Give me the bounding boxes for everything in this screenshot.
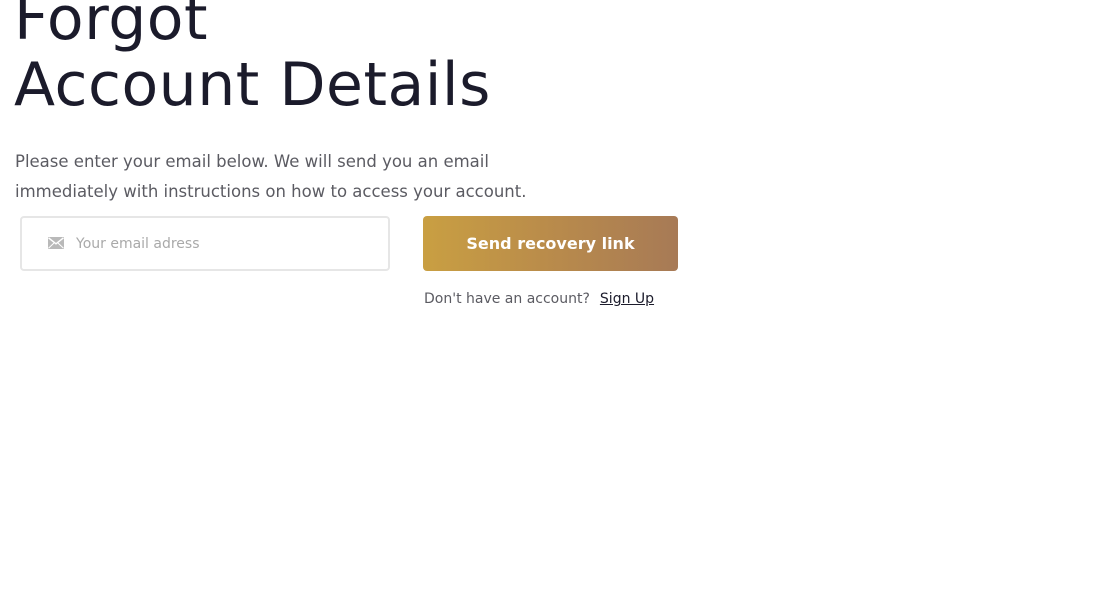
signup-prompt-text: Don't have an account? (424, 291, 590, 307)
instructions-text: Please enter your email below. We will s… (15, 152, 527, 201)
signup-prompt-row: Don't have an account? Sign Up (424, 291, 654, 307)
sign-up-link[interactable]: Sign Up (600, 291, 654, 307)
forgot-account-page: Forgot Account Details Please enter your… (0, 0, 1093, 615)
envelope-icon (48, 237, 64, 249)
email-input[interactable] (76, 218, 376, 269)
page-title-line-2: Account Details (14, 50, 491, 120)
send-recovery-link-button[interactable]: Send recovery link (423, 216, 678, 271)
page-title-line-1: Forgot (14, 0, 209, 54)
email-field[interactable] (20, 216, 390, 271)
page-title: Forgot Account Details (14, 0, 491, 118)
